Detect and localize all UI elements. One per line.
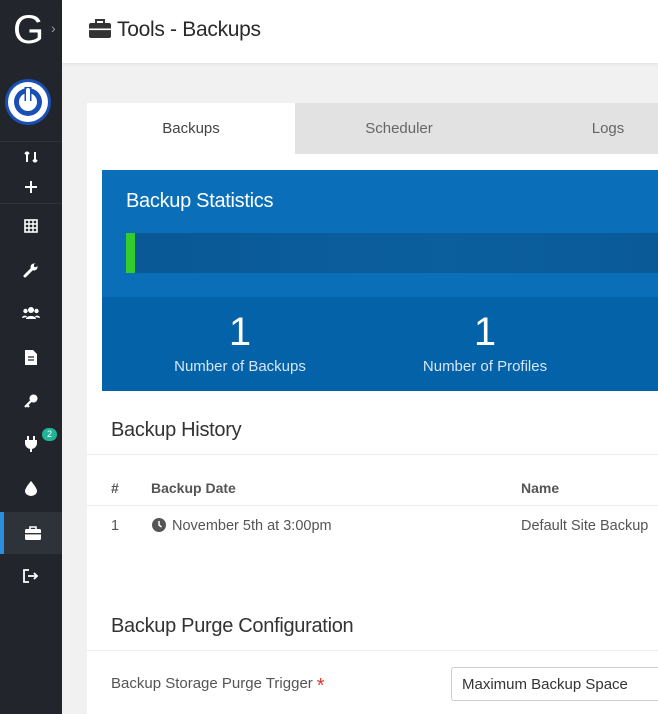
required-mark: * (316, 675, 325, 697)
column-header-name[interactable]: Name (521, 480, 559, 496)
sidebar-item-add[interactable] (0, 167, 62, 207)
grid-icon (24, 219, 38, 233)
sidebar-item-backups[interactable] (0, 512, 62, 554)
page-header: Tools - Backups (62, 0, 658, 63)
logo-icon[interactable]: G (13, 8, 44, 53)
row-number: 1 (111, 518, 120, 534)
sync-icon (24, 151, 38, 163)
sign-out-icon (23, 569, 39, 583)
logo-area: G › (0, 0, 62, 62)
stats-title: Backup Statistics (126, 190, 274, 212)
sidebar-item-keys[interactable] (0, 381, 62, 421)
stat-value: 1 (228, 310, 252, 354)
tab-logs[interactable]: Logs (503, 103, 658, 154)
clock-icon (152, 518, 166, 532)
row-date: November 5th at 3:00pm (152, 518, 332, 534)
plus-icon (25, 181, 37, 193)
document-icon (25, 349, 37, 365)
sidebar-item-drop[interactable] (0, 468, 62, 508)
plugins-badge: 2 (42, 428, 57, 441)
avatar[interactable] (5, 79, 51, 125)
storage-progress-fill (126, 233, 136, 273)
chevron-right-icon[interactable]: › (51, 20, 56, 36)
sidebar-item-grid[interactable] (0, 206, 62, 246)
purge-trigger-select[interactable]: Maximum Backup Space (451, 667, 658, 701)
purge-trigger-label-text: Backup Storage Purge Trigger (111, 675, 313, 692)
column-header-date[interactable]: Backup Date (151, 480, 236, 496)
sidebar-item-logout[interactable] (0, 556, 62, 596)
stat-label: Number of Profiles (422, 358, 548, 375)
sidebar-item-pages[interactable] (0, 337, 62, 377)
drop-icon (25, 480, 37, 496)
purge-trigger-label: Backup Storage Purge Trigger * (111, 675, 325, 698)
sidebar-item-users[interactable] (0, 293, 62, 333)
avatar-area (0, 62, 62, 142)
tab-bar: Backups Scheduler Logs (87, 103, 658, 154)
stat-profiles: 1 Number of Profiles (385, 297, 585, 375)
stat-value: 1 (473, 310, 497, 354)
users-icon (22, 307, 40, 319)
storage-progress-bar (126, 233, 658, 273)
stat-backups: 1 Number of Backups (140, 297, 340, 375)
wrench-icon (23, 263, 38, 278)
briefcase-icon (89, 19, 111, 38)
power-icon (8, 82, 48, 122)
stat-label: Number of Backups (174, 358, 306, 375)
content-card: Backups Scheduler Logs Backup Statistics… (87, 103, 658, 714)
sidebar-item-tools[interactable] (0, 250, 62, 290)
backup-history-title: Backup History (111, 419, 242, 441)
purge-config-title: Backup Purge Configuration (111, 615, 354, 637)
tab-scheduler[interactable]: Scheduler (295, 103, 503, 154)
page-title: Tools - Backups (117, 18, 261, 41)
row-date-text: November 5th at 3:00pm (172, 518, 332, 534)
column-header-number: # (111, 480, 119, 496)
row-name[interactable]: Default Site Backup (521, 518, 648, 534)
tab-backups[interactable]: Backups (87, 103, 295, 154)
sidebar: G › 2 (0, 0, 62, 714)
key-icon (24, 394, 38, 408)
stats-counts: 1 Number of Backups 1 Number of Profiles (102, 297, 658, 391)
plug-icon (25, 436, 37, 452)
briefcase-icon (25, 526, 41, 540)
backup-statistics-panel: Backup Statistics 1 Number of Backups 1 … (102, 170, 658, 391)
